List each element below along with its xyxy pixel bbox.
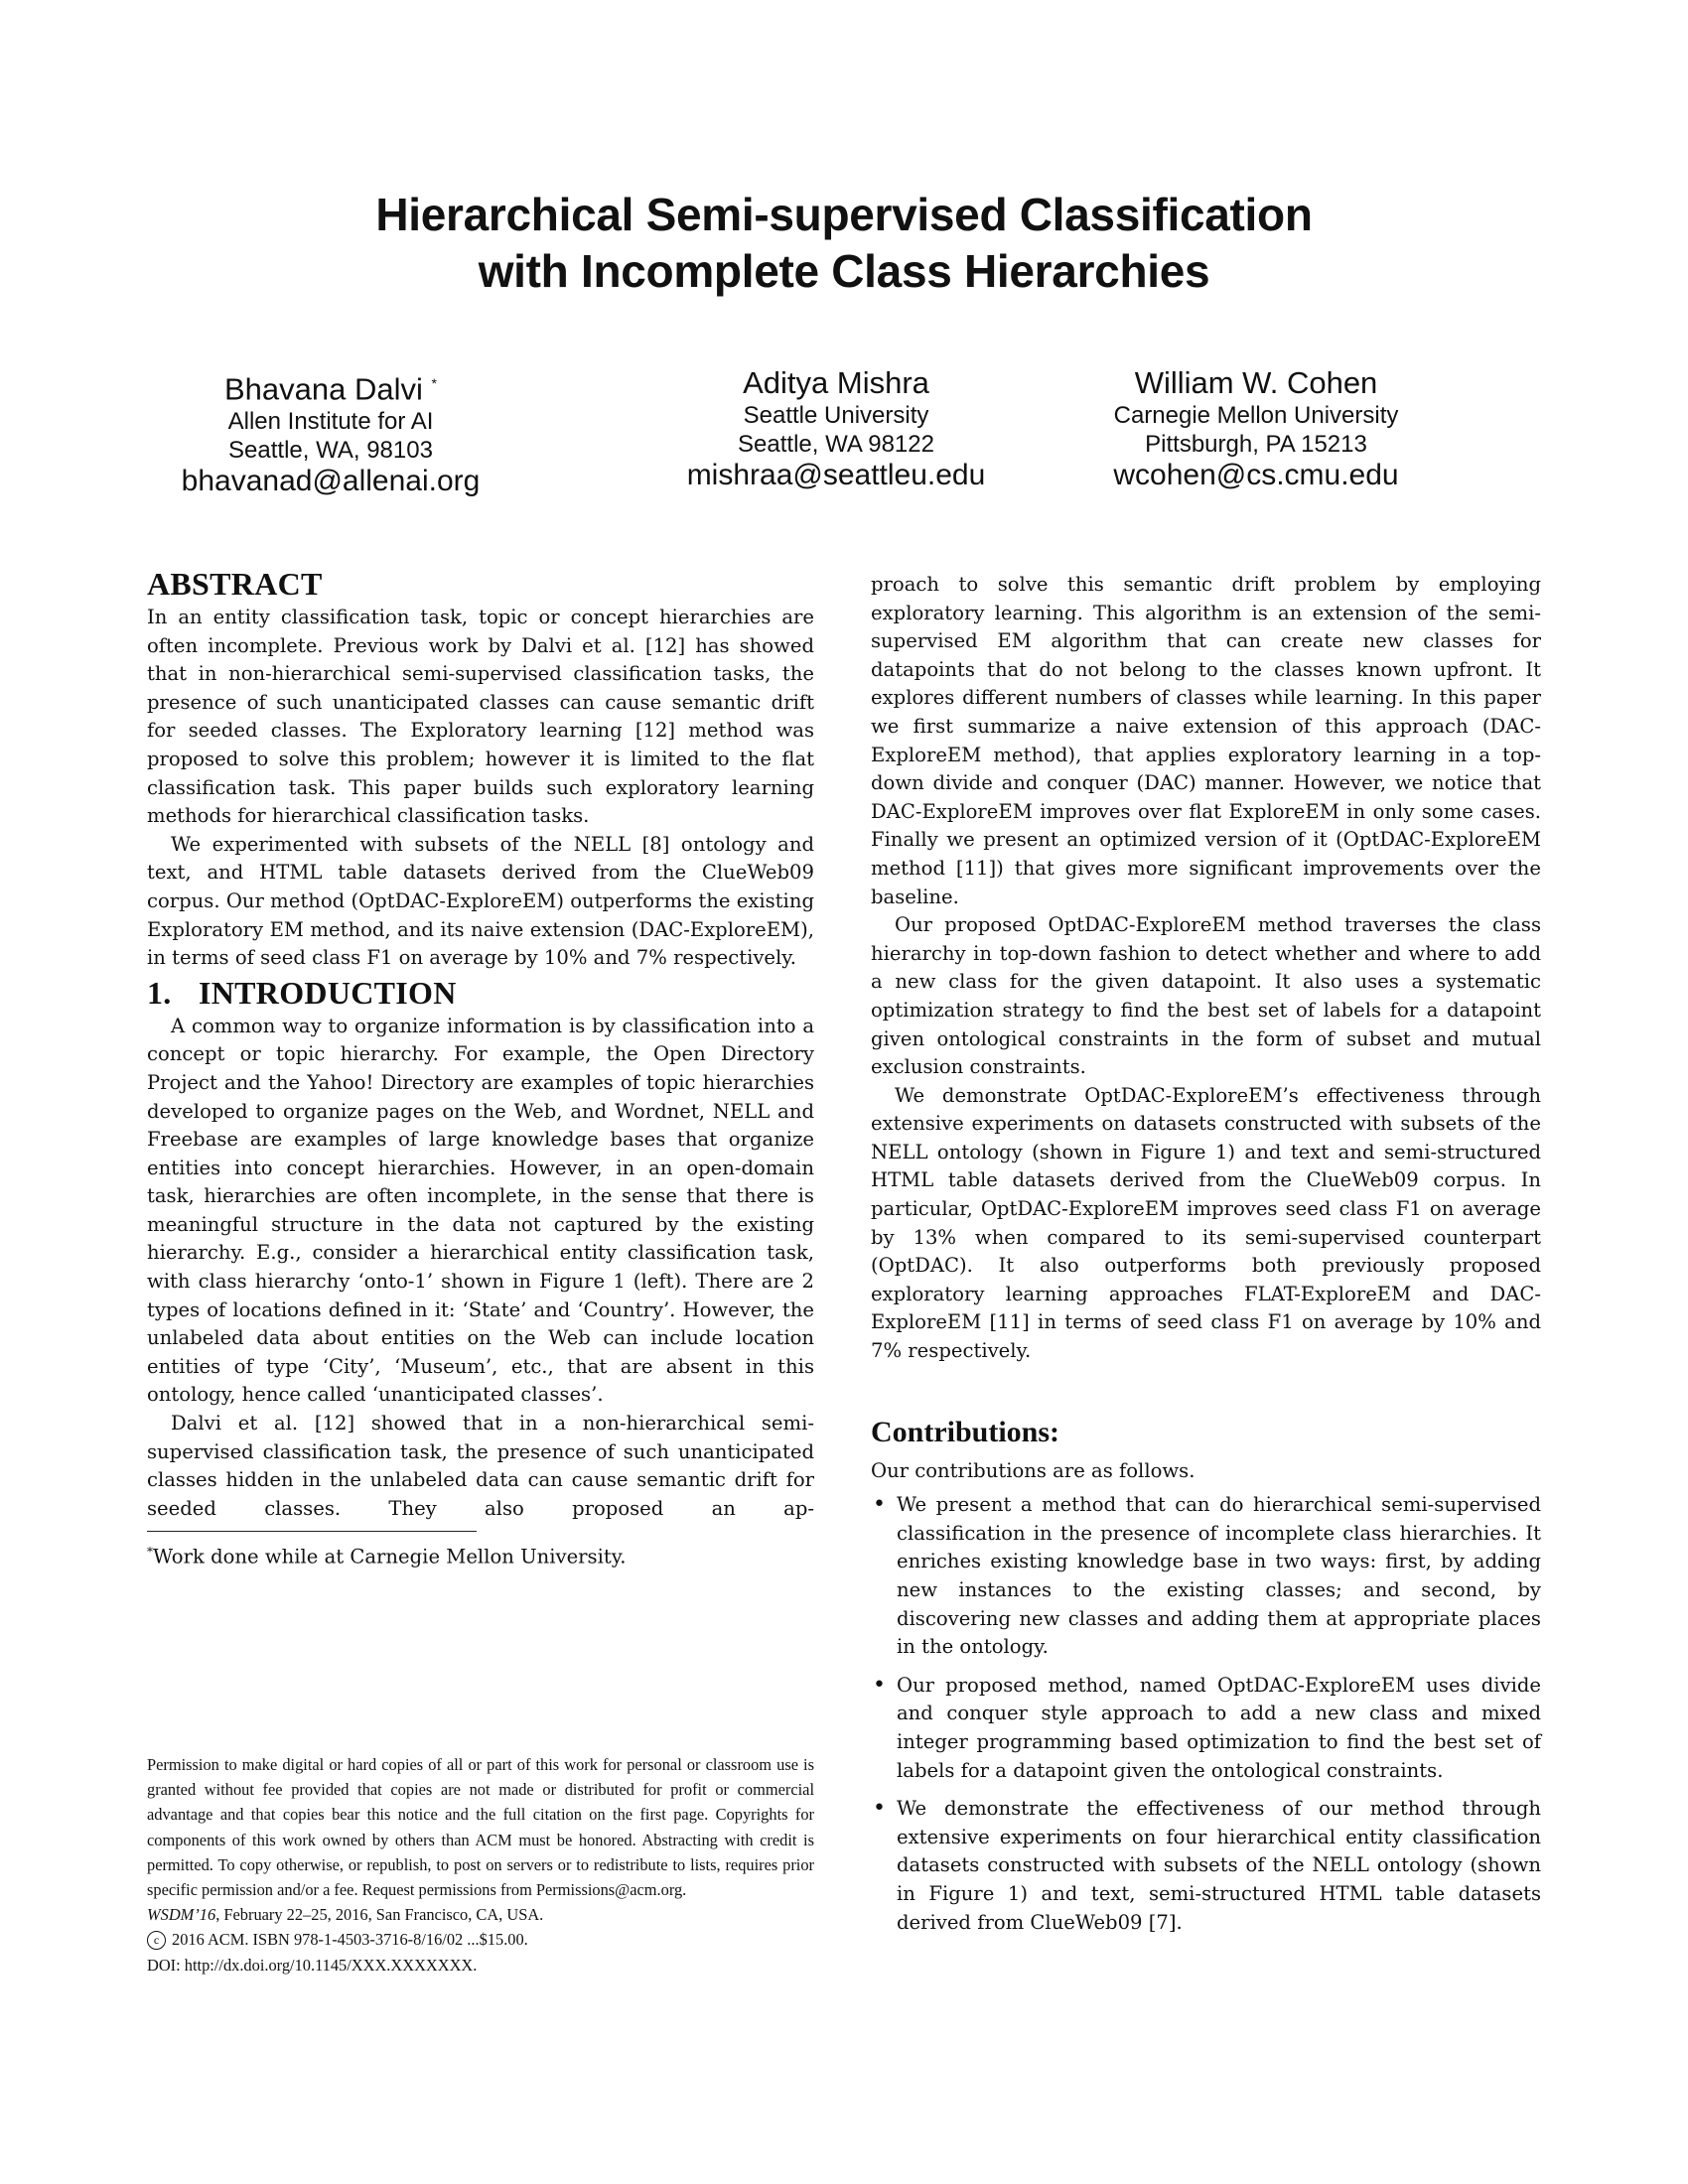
author-affiliation: Seattle University bbox=[743, 402, 929, 429]
footnote-rule bbox=[147, 1531, 477, 1533]
introduction-heading: 1. INTRODUCTION bbox=[147, 973, 814, 1013]
footnote-text: Work done while at Carnegie Mellon Unive… bbox=[153, 1545, 627, 1569]
venue-details: , February 22–25, 2016, San Francisco, C… bbox=[215, 1905, 544, 1925]
author-name: Aditya Mishra bbox=[743, 365, 929, 400]
contribution-text: Our proposed method, named OptDAC-Explor… bbox=[897, 1673, 1541, 1782]
bullet-icon: • bbox=[873, 1492, 886, 1518]
author-affiliation: Allen Institute for AI bbox=[227, 408, 434, 436]
right-column: proach to solve this semantic drift prob… bbox=[871, 571, 1541, 1947]
author-address: Seattle, WA, 98103 bbox=[228, 437, 433, 465]
copyright-icon: c bbox=[147, 1931, 166, 1951]
author-email[interactable]: wcohen@cs.cmu.edu bbox=[1048, 459, 1465, 492]
abstract-heading: ABSTRACT bbox=[147, 566, 323, 602]
venue-line: WSDM’16, February 22–25, 2016, San Franc… bbox=[147, 1902, 814, 1927]
title-line-1: Hierarchical Semi-supervised Classificat… bbox=[375, 189, 1313, 240]
author-address: Seattle, WA 98122 bbox=[738, 431, 934, 458]
contributions-intro: Our contributions are as follows. bbox=[871, 1458, 1196, 1482]
author-footnote-marker: * bbox=[431, 375, 437, 391]
copyright-line: c 2016 ACM. ISBN 978-1-4503-3716-8/16/02 … bbox=[147, 1927, 814, 1952]
author-name: William W. Cohen bbox=[1134, 365, 1378, 400]
author-email[interactable]: bhavanad@allenai.org bbox=[122, 465, 539, 498]
author-3: William W. Cohen Carnegie Mellon Univers… bbox=[1048, 365, 1465, 492]
intro-paragraph: Our proposed OptDAC-ExploreEM method tra… bbox=[871, 913, 1541, 1079]
author-email[interactable]: mishraa@seattleu.edu bbox=[628, 459, 1045, 492]
contribution-text: We demonstrate the effectiveness of our … bbox=[897, 1797, 1541, 1934]
contributions-heading: Contributions: bbox=[871, 1415, 1060, 1448]
author-2: Aditya Mishra Seattle University Seattle… bbox=[628, 365, 1045, 492]
intro-paragraph: We demonstrate OptDAC-ExploreEM’s effect… bbox=[871, 1083, 1541, 1363]
permission-block: Permission to make digital or hard copie… bbox=[147, 1752, 814, 1978]
section-title: INTRODUCTION bbox=[199, 974, 457, 1011]
contribution-item: • We present a method that can do hierarc… bbox=[871, 1491, 1541, 1662]
contribution-item: • Our proposed method, named OptDAC-Explo… bbox=[871, 1672, 1541, 1785]
author-address: Pittsburgh, PA 15213 bbox=[1145, 431, 1367, 458]
paper-title: Hierarchical Semi-supervised Classificat… bbox=[0, 187, 1688, 300]
footnote: *Work done while at Carnegie Mellon Univ… bbox=[147, 1538, 814, 1571]
permission-text: Permission to make digital or hard copie… bbox=[147, 1755, 814, 1900]
intro-paragraph-continued: proach to solve this semantic drift prob… bbox=[871, 573, 1541, 908]
doi-line[interactable]: DOI: http://dx.doi.org/10.1145/XXX.XXXXX… bbox=[147, 1953, 814, 1978]
author-1: Bhavana Dalvi * Allen Institute for AI S… bbox=[122, 365, 539, 498]
abstract-paragraph: We experimented with subsets of the NELL… bbox=[147, 832, 814, 970]
left-column: ABSTRACT In an entity classification tas… bbox=[147, 564, 814, 1571]
bullet-icon: • bbox=[873, 1672, 886, 1698]
venue-name: WSDM’16 bbox=[147, 1905, 216, 1925]
intro-paragraph: A common way to organize information is … bbox=[147, 1014, 814, 1407]
title-line-2: with Incomplete Class Hierarchies bbox=[478, 245, 1210, 297]
intro-paragraph: Dalvi et al. [12] showed that in a non-h… bbox=[147, 1412, 814, 1520]
author-affiliation: Carnegie Mellon University bbox=[1113, 402, 1399, 429]
abstract-paragraph: In an entity classification task, topic … bbox=[147, 606, 814, 828]
contributions-list: • We present a method that can do hierarc… bbox=[871, 1491, 1541, 1937]
contribution-text: We present a method that can do hierarch… bbox=[897, 1493, 1541, 1659]
section-number: 1. bbox=[147, 974, 172, 1011]
bullet-icon: • bbox=[873, 1796, 886, 1822]
contribution-item: • We demonstrate the effectiveness of our… bbox=[871, 1795, 1541, 1937]
author-name: Bhavana Dalvi bbox=[224, 371, 423, 407]
copyright-text: 2016 ACM. ISBN 978-1-4503-3716-8/16/02 .… bbox=[172, 1930, 528, 1950]
